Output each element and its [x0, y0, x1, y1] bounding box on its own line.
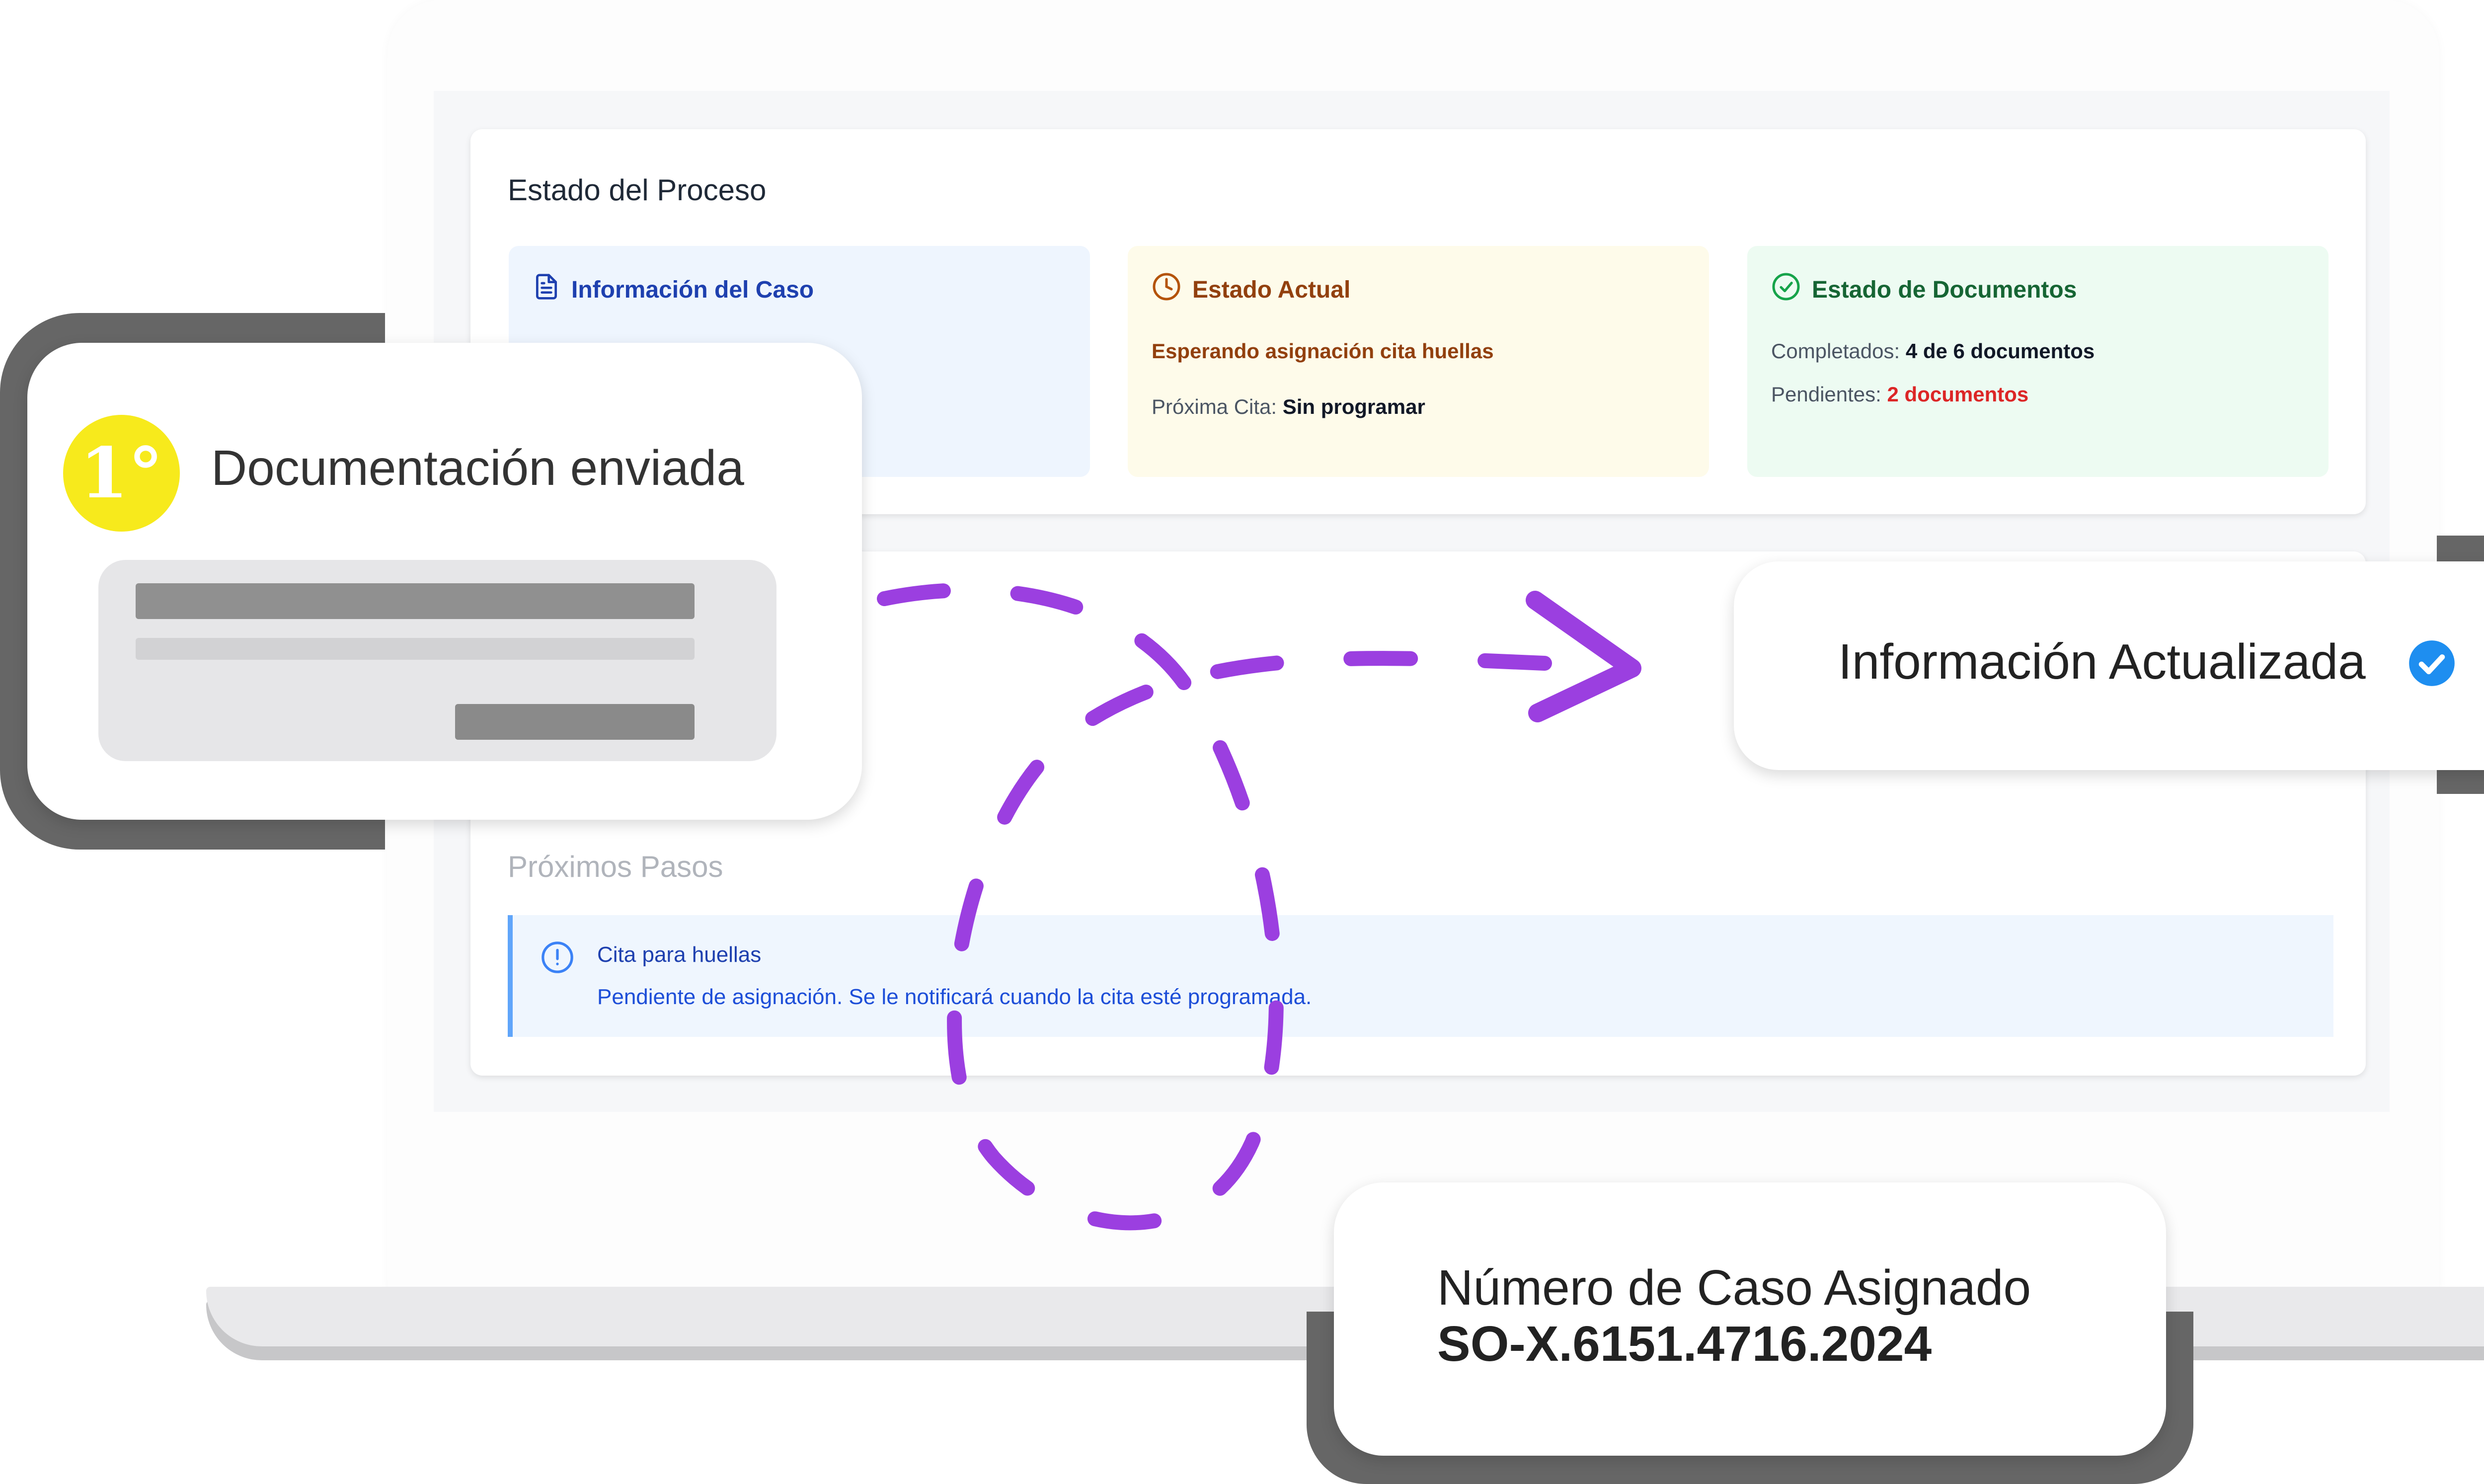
preview-line-2: [136, 638, 695, 660]
case-number-value: SO-X.6151.4716.2024: [1437, 1316, 1932, 1372]
info-updated-card: Información Actualizada: [1734, 561, 2484, 770]
step-badge: 1°: [63, 415, 180, 532]
doc-sent-card: 1° Documentación enviada: [27, 343, 862, 820]
document-preview: [98, 560, 776, 761]
doc-sent-label: Documentación enviada: [211, 440, 744, 496]
preview-line-1: [136, 583, 695, 619]
preview-button: [455, 704, 695, 740]
case-number-label: Número de Caso Asignado: [1437, 1260, 2031, 1316]
verified-check-icon: [2407, 638, 2457, 691]
step-badge-text: 1°: [79, 432, 163, 514]
case-number-card: Número de Caso Asignado SO-X.6151.4716.2…: [1334, 1182, 2166, 1456]
info-updated-label: Información Actualizada: [1838, 634, 2366, 690]
